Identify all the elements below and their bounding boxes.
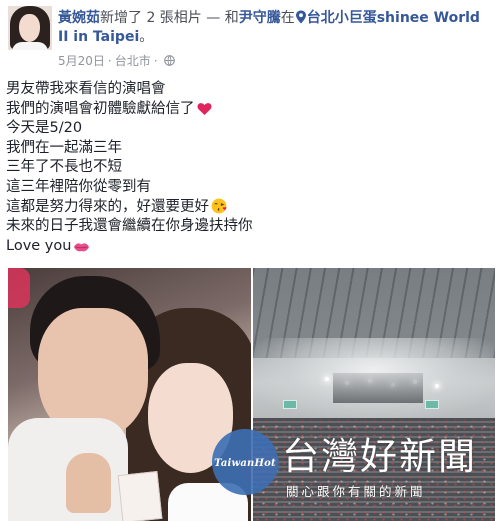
tagged-friend-link[interactable]: 尹守騰 [239,10,281,26]
post-headline: 黃婉茹新增了 2 張相片 — 和尹守騰在 台北小巨蛋shinee World II… [58,9,488,47]
post-header: 黃婉茹新增了 2 張相片 — 和尹守騰在 台北小巨蛋shinee World II… [8,6,496,68]
headline-suffix: 。 [139,29,154,45]
post-line-6: 這三年裡陪你從零到有 [6,178,151,195]
author-name-link[interactable]: 黃婉茹 [58,10,100,26]
post-line-9: Love you [6,237,496,257]
post-line-5: 三年了不長也不短 [6,159,122,176]
post-line-9-text: Love you [6,237,72,254]
post-line-1: 男友帶我來看信的演唱會 [6,81,166,97]
red-heart-emoji-icon [197,102,212,123]
map-pin-icon [295,10,307,24]
post-body: 男友帶我來看信的演唱會 我們的演唱會初體驗獻給信了 今天是5/20 我們在一起滿… [6,80,496,256]
meta-separator: · [107,54,112,68]
watermark-tagline: 關心跟你有關的新聞 [286,484,426,499]
post-line-2: 我們的演唱會初體驗獻給信了 [6,100,496,120]
post-line-7: 這都是努力得來的，好還要更好 [6,198,496,218]
post-line-7-text: 這都是努力得來的，好還要更好 [6,198,209,215]
facebook-post: 黃婉茹新增了 2 張相片 — 和尹守騰在 台北小巨蛋shinee World II… [0,0,502,521]
post-date-link[interactable]: 5月20日 [58,54,105,68]
couple-selfie-photo[interactable] [8,268,251,521]
post-action-text: 新增了 2 張相片 — 和 [100,10,239,26]
post-line-3: 今天是5/20 [6,120,83,137]
post-location-link[interactable]: 台北市 [115,54,151,68]
globe-icon[interactable] [163,55,175,66]
post-line-8: 未來的日子我還會繼續在你身邊扶持你 [6,218,253,235]
watermark-title: 台灣好新聞 [282,435,477,478]
kiss-lips-emoji-icon [73,240,90,260]
post-line-4: 我們在一起滿三年 [6,139,122,156]
meta-separator-2: · [153,54,158,68]
watermark-badge: TaiwanHot [214,458,276,469]
post-meta: 5月20日 · 台北市 · [58,52,175,69]
post-line-2-text: 我們的演唱會初體驗獻給信了 [6,100,195,117]
at-word: 在 [280,10,295,26]
author-avatar[interactable] [8,6,52,50]
